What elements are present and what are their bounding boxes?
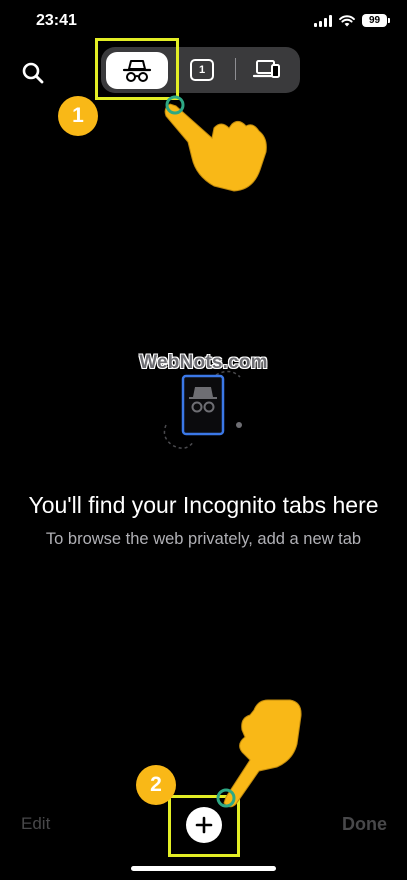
step-badge-1: 1 (58, 96, 98, 136)
pointing-hand-icon (216, 699, 302, 808)
pointing-hand-icon (164, 95, 267, 192)
tutorial-pointers (164, 95, 302, 808)
step-badge-2: 2 (136, 765, 176, 805)
